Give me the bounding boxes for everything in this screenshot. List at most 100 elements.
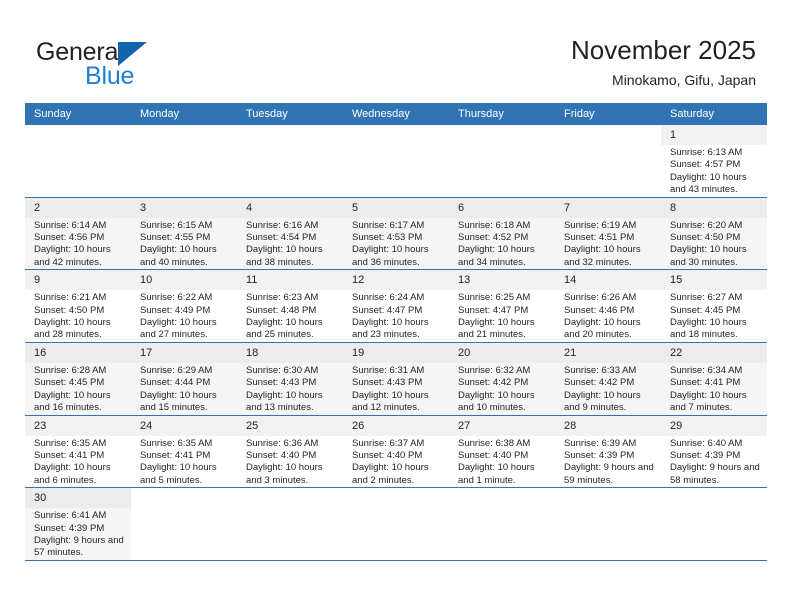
day-sun-info: Sunrise: 6:28 AM Sunset: 4:45 PM Daylight:… [25, 363, 131, 415]
day-sun-info: Sunrise: 6:38 AM Sunset: 4:40 PM Daylight:… [449, 436, 555, 488]
calendar-day-cell[interactable]: 14 Sunrise: 6:26 AM Sunset: 4:46 PM Dayligh… [555, 269, 661, 343]
calendar-day-cell[interactable]: 20 Sunrise: 6:32 AM Sunset: 4:42 PM Dayligh… [449, 342, 555, 416]
calendar-day-cell[interactable]: 16 Sunrise: 6:28 AM Sunset: 4:45 PM Dayligh… [25, 342, 131, 416]
calendar-week-row: 9 Sunrise: 6:21 AM Sunset: 4:50 PM Daylight… [25, 269, 767, 343]
calendar-day-cell[interactable]: 27 Sunrise: 6:38 AM Sunset: 4:40 PM Dayligh… [449, 415, 555, 489]
day-number: 26 [343, 415, 449, 436]
day-number: 17 [131, 342, 237, 363]
sunrise-text: Sunrise: 6:35 AM [140, 437, 213, 449]
day-cell-inner: 28 Sunrise: 6:39 AM Sunset: 4:39 PM Dayligh… [555, 415, 661, 488]
day-cell-inner: 1 Sunrise: 6:13 AM Sunset: 4:57 PM Daylight… [661, 125, 767, 197]
sunset-text: Sunset: 4:47 PM [458, 304, 529, 316]
daylight-text: Daylight: 10 hours and 16 minutes. [34, 389, 111, 414]
day-number: 2 [25, 197, 131, 218]
calendar-day-cell[interactable]: 15 Sunrise: 6:27 AM Sunset: 4:45 PM Dayligh… [661, 269, 767, 343]
sunrise-text: Sunrise: 6:29 AM [140, 364, 213, 376]
calendar-day-cell[interactable]: 24 Sunrise: 6:35 AM Sunset: 4:41 PM Dayligh… [131, 415, 237, 489]
calendar-day-cell[interactable]: 2 Sunrise: 6:14 AM Sunset: 4:56 PM Daylight… [25, 197, 131, 271]
daylight-text: Daylight: 10 hours and 21 minutes. [458, 317, 535, 341]
daylight-text: Daylight: 10 hours and 38 minutes. [246, 244, 323, 268]
calendar-day-cell[interactable]: 7 Sunrise: 6:19 AM Sunset: 4:51 PM Daylight… [555, 197, 661, 271]
day-cell-inner: 15 Sunrise: 6:27 AM Sunset: 4:45 PM Dayligh… [661, 270, 767, 342]
calendar-day-cell[interactable]: 12 Sunrise: 6:24 AM Sunset: 4:47 PM Dayligh… [343, 269, 449, 343]
calendar-day-cell[interactable]: 23 Sunrise: 6:35 AM Sunset: 4:41 PM Dayligh… [25, 415, 131, 489]
day-sun-info: Sunrise: 6:13 AM Sunset: 4:57 PM Daylight:… [661, 145, 767, 197]
calendar-day-cell[interactable]: 13 Sunrise: 6:25 AM Sunset: 4:47 PM Dayligh… [449, 269, 555, 343]
sunset-text: Sunset: 4:56 PM [34, 232, 105, 244]
day-number: 24 [131, 415, 237, 436]
sunset-text: Sunset: 4:44 PM [140, 377, 211, 389]
sunset-text: Sunset: 4:39 PM [670, 449, 741, 461]
calendar-day-cell[interactable]: 11 Sunrise: 6:23 AM Sunset: 4:48 PM Dayligh… [237, 269, 343, 343]
day-number: 23 [25, 415, 131, 436]
day-number: 22 [661, 342, 767, 363]
day-number: 28 [555, 415, 661, 436]
day-number: 5 [343, 197, 449, 218]
day-cell-inner: 21 Sunrise: 6:33 AM Sunset: 4:42 PM Dayligh… [555, 342, 661, 415]
calendar-day-cell[interactable]: 8 Sunrise: 6:20 AM Sunset: 4:50 PM Daylight… [661, 197, 767, 271]
sunrise-text: Sunrise: 6:19 AM [564, 219, 637, 231]
sunset-text: Sunset: 4:48 PM [246, 304, 317, 316]
daylight-text: Daylight: 10 hours and 12 minutes. [352, 389, 429, 414]
day-cell-inner: 19 Sunrise: 6:31 AM Sunset: 4:43 PM Dayligh… [343, 342, 449, 415]
sunrise-text: Sunrise: 6:32 AM [458, 364, 531, 376]
day-number: 13 [449, 270, 555, 291]
day-sun-info: Sunrise: 6:15 AM Sunset: 4:55 PM Daylight:… [131, 218, 237, 270]
daylight-text: Daylight: 10 hours and 23 minutes. [352, 317, 429, 341]
sunset-text: Sunset: 4:40 PM [352, 449, 423, 461]
sunrise-text: Sunrise: 6:33 AM [564, 364, 637, 376]
weekday-header-saturday: Saturday [661, 103, 767, 125]
day-number: 9 [25, 270, 131, 291]
calendar-day-cell[interactable]: 30 Sunrise: 6:41 AM Sunset: 4:39 PM Dayligh… [25, 487, 131, 561]
day-sun-info: Sunrise: 6:17 AM Sunset: 4:53 PM Daylight:… [343, 218, 449, 270]
day-sun-info: Sunrise: 6:16 AM Sunset: 4:54 PM Daylight:… [237, 218, 343, 270]
daylight-text: Daylight: 10 hours and 25 minutes. [246, 317, 323, 341]
page-header: General Blue November 2025 Minokamo, Gif… [0, 0, 792, 103]
calendar-day-cell[interactable]: 25 Sunrise: 6:36 AM Sunset: 4:40 PM Dayligh… [237, 415, 343, 489]
calendar-day-cell[interactable]: 26 Sunrise: 6:37 AM Sunset: 4:40 PM Dayligh… [343, 415, 449, 489]
day-cell-inner: 14 Sunrise: 6:26 AM Sunset: 4:46 PM Dayligh… [555, 270, 661, 342]
general-blue-logo[interactable]: General Blue [36, 38, 236, 94]
calendar-day-cell[interactable]: 17 Sunrise: 6:29 AM Sunset: 4:44 PM Dayligh… [131, 342, 237, 416]
calendar-cell-empty [449, 487, 555, 561]
calendar-day-cell[interactable]: 22 Sunrise: 6:34 AM Sunset: 4:41 PM Dayligh… [661, 342, 767, 416]
sunrise-text: Sunrise: 6:27 AM [670, 292, 743, 304]
day-sun-info: Sunrise: 6:35 AM Sunset: 4:41 PM Daylight:… [131, 436, 237, 488]
daylight-text: Daylight: 10 hours and 2 minutes. [352, 462, 429, 486]
daylight-text: Daylight: 10 hours and 42 minutes. [34, 244, 111, 268]
sunset-text: Sunset: 4:57 PM [670, 159, 741, 171]
calendar-day-cell[interactable]: 6 Sunrise: 6:18 AM Sunset: 4:52 PM Daylight… [449, 197, 555, 271]
calendar-day-cell[interactable]: 3 Sunrise: 6:15 AM Sunset: 4:55 PM Daylight… [131, 197, 237, 271]
daylight-text: Daylight: 10 hours and 43 minutes. [670, 171, 747, 196]
daylight-text: Daylight: 10 hours and 3 minutes. [246, 462, 323, 486]
calendar-day-cell[interactable]: 21 Sunrise: 6:33 AM Sunset: 4:42 PM Dayligh… [555, 342, 661, 416]
day-number: 10 [131, 270, 237, 291]
calendar-day-cell[interactable]: 5 Sunrise: 6:17 AM Sunset: 4:53 PM Daylight… [343, 197, 449, 271]
calendar-day-cell[interactable]: 19 Sunrise: 6:31 AM Sunset: 4:43 PM Dayligh… [343, 342, 449, 416]
calendar-day-cell[interactable]: 18 Sunrise: 6:30 AM Sunset: 4:43 PM Dayligh… [237, 342, 343, 416]
sunrise-text: Sunrise: 6:31 AM [352, 364, 425, 376]
weekday-header-row: Sunday Monday Tuesday Wednesday Thursday Frid… [25, 103, 767, 125]
calendar-day-cell[interactable]: 29 Sunrise: 6:40 AM Sunset: 4:39 PM Dayligh… [661, 415, 767, 489]
sunset-text: Sunset: 4:46 PM [564, 304, 635, 316]
calendar-week-row: 2 Sunrise: 6:14 AM Sunset: 4:56 PM Daylight… [25, 197, 767, 271]
day-cell-inner: 4 Sunrise: 6:16 AM Sunset: 4:54 PM Daylight… [237, 197, 343, 270]
day-cell-inner: 8 Sunrise: 6:20 AM Sunset: 4:50 PM Daylight… [661, 197, 767, 270]
daylight-text: Daylight: 10 hours and 20 minutes. [564, 317, 641, 341]
calendar-cell-empty [449, 125, 555, 198]
day-cell-inner: 6 Sunrise: 6:18 AM Sunset: 4:52 PM Daylight… [449, 197, 555, 270]
sunset-text: Sunset: 4:54 PM [246, 232, 317, 244]
calendar-day-cell[interactable]: 1 Sunrise: 6:13 AM Sunset: 4:57 PM Daylight… [661, 125, 767, 198]
day-sun-info: Sunrise: 6:32 AM Sunset: 4:42 PM Daylight:… [449, 363, 555, 415]
calendar-day-cell[interactable]: 10 Sunrise: 6:22 AM Sunset: 4:49 PM Dayligh… [131, 269, 237, 343]
sunrise-text: Sunrise: 6:34 AM [670, 364, 743, 376]
day-sun-info: Sunrise: 6:34 AM Sunset: 4:41 PM Daylight:… [661, 363, 767, 415]
calendar-day-cell[interactable]: 28 Sunrise: 6:39 AM Sunset: 4:39 PM Dayligh… [555, 415, 661, 489]
day-cell-inner: 30 Sunrise: 6:41 AM Sunset: 4:39 PM Dayligh… [25, 488, 131, 560]
calendar-day-cell[interactable]: 4 Sunrise: 6:16 AM Sunset: 4:54 PM Daylight… [237, 197, 343, 271]
daylight-text: Daylight: 10 hours and 15 minutes. [140, 389, 217, 414]
day-cell-inner: 16 Sunrise: 6:28 AM Sunset: 4:45 PM Dayligh… [25, 342, 131, 415]
day-number: 6 [449, 197, 555, 218]
calendar-day-cell[interactable]: 9 Sunrise: 6:21 AM Sunset: 4:50 PM Daylight… [25, 269, 131, 343]
day-cell-inner: 13 Sunrise: 6:25 AM Sunset: 4:47 PM Dayligh… [449, 270, 555, 342]
